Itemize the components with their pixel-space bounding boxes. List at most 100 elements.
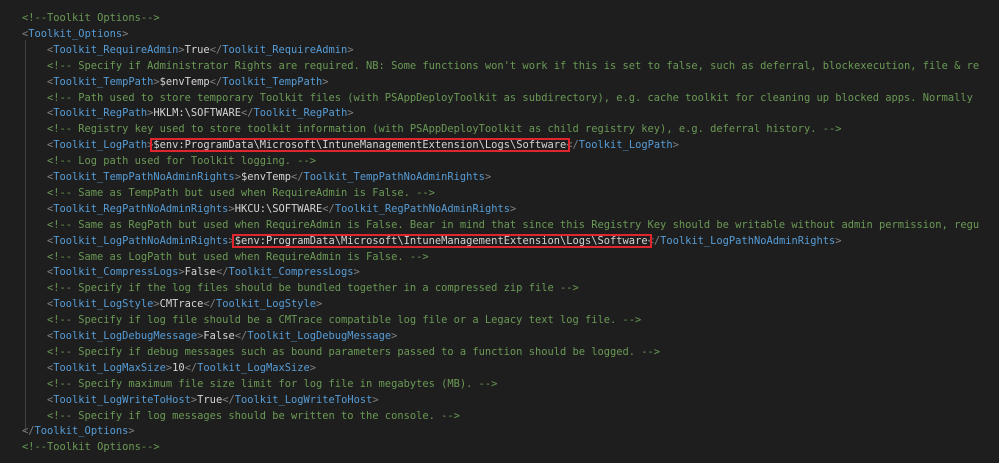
code-line-entry: <Toolkit_CompressLogs>False</Toolkit_Com… <box>47 264 360 280</box>
tag-bracket: </ <box>322 202 335 215</box>
tag-bracket: </ <box>222 393 235 406</box>
tag-bracket: > <box>316 298 323 311</box>
code-line-comment: <!-- Specify if debug messages such as b… <box>47 344 660 360</box>
vertical-scrollbar[interactable] <box>991 0 999 463</box>
tag-name: Toolkit_LogPath <box>578 139 673 152</box>
code-line-entry: <Toolkit_RequireAdmin>True</Toolkit_Requ… <box>47 42 354 58</box>
tag-bracket: </ <box>209 75 223 88</box>
tag-value: CMTrace <box>159 298 204 311</box>
tag-bracket: </ <box>209 43 223 56</box>
tag-name: Toolkit_RequireAdmin <box>222 43 348 56</box>
code-line-comment: <!-- Same as TempPath but used when Requ… <box>47 185 435 201</box>
tag-bracket: > <box>484 171 492 183</box>
tag-name: Toolkit_Options <box>34 425 129 438</box>
comment-text: <!-- Specify if log file should be a CMT… <box>47 314 642 327</box>
tag-name: Toolkit_RegPath <box>253 107 348 120</box>
tag-name: Toolkit_LogDebugMessage <box>53 330 198 342</box>
comment-text: <!-- Log path used for Toolkit logging. … <box>47 155 316 168</box>
code-line-entry: <Toolkit_LogStyle>CMTrace</Toolkit_LogSt… <box>47 296 322 312</box>
tag-value: 10 <box>172 361 185 374</box>
code-line-entry: <Toolkit_LogMaxSize>10</Toolkit_LogMaxSi… <box>47 360 316 376</box>
tag-name: Toolkit_TempPathNoAdminRights <box>53 171 235 183</box>
tag-bracket: > <box>122 27 129 40</box>
tag-name: Toolkit_LogMaxSize <box>197 361 310 374</box>
tag-name: Toolkit_LogWriteToHost <box>234 393 373 406</box>
comment-text: <!--Toolkit Options--> <box>22 441 160 454</box>
tag-name: Toolkit_RegPathNoAdminRights <box>53 202 229 215</box>
tag-bracket: > <box>391 330 398 342</box>
code-line-comment: <!-- Specify if log messages should be w… <box>47 408 460 424</box>
comment-text: <!-- Specify maximum file size limit for… <box>47 377 498 390</box>
code-line-root-close: </Toolkit_Options> <box>22 423 135 439</box>
tag-name: Toolkit_TempPathNoAdminRights <box>303 171 485 183</box>
code-line-comment: <!-- Specify if Administrator Rights are… <box>47 58 979 74</box>
tag-bracket: > <box>322 75 329 88</box>
tag-name: Toolkit_LogWriteToHost <box>53 393 191 406</box>
tag-name: Toolkit_LogPathNoAdminRights <box>53 234 229 247</box>
tag-name: Toolkit_RegPathNoAdminRights <box>334 202 510 215</box>
tag-name: Toolkit_TempPath <box>222 75 323 88</box>
tag-name: Toolkit_RegPath <box>53 107 148 120</box>
tag-name: Toolkit_CompressLogs <box>228 266 354 279</box>
tag-value: $envTemp <box>159 75 210 88</box>
tag-name: Toolkit_LogDebugMessage <box>247 330 392 342</box>
tag-name: Toolkit_RequireAdmin <box>53 43 179 56</box>
code-line-entry: <Toolkit_LogPathNoAdminRights>$env:Progr… <box>47 233 842 249</box>
comment-text: <!-- Specify if log messages should be w… <box>47 409 460 422</box>
code-line-comment: <!-- Same as RegPath but used when Requi… <box>47 217 979 233</box>
tag-value: HKLM:\SOFTWARE <box>153 107 241 120</box>
indent-guide <box>25 40 26 432</box>
tag-name: Toolkit_LogStyle <box>215 298 317 311</box>
code-line-comment: <!-- Registry key used to store toolkit … <box>47 121 841 137</box>
code-line-entry: <Toolkit_LogWriteToHost>True</Toolkit_Lo… <box>47 392 379 408</box>
code-editor[interactable]: <!--Toolkit Options--> <Toolkit_Options> <… <box>0 0 999 463</box>
tag-value: HKCU:\SOFTWARE <box>234 202 323 215</box>
tag-name: Toolkit_LogMaxSize <box>53 361 166 374</box>
comment-text: <!-- Specify if Administrator Rights are… <box>47 59 980 72</box>
tag-value: True <box>197 393 223 406</box>
tag-bracket: > <box>509 202 517 215</box>
code-line-entry: <Toolkit_RegPathNoAdminRights>HKCU:\SOFT… <box>47 201 516 217</box>
tag-value: $envTemp <box>240 171 291 183</box>
comment-text: <!-- Specify if debug messages such as b… <box>47 345 661 358</box>
tag-value: $env:ProgramData\Microsoft\IntuneManagem… <box>153 139 567 152</box>
tag-name: Toolkit_LogPathNoAdminRights <box>660 234 836 247</box>
tag-bracket: > <box>309 361 317 374</box>
tag-bracket: > <box>672 139 679 152</box>
tag-bracket: </ <box>647 234 661 247</box>
tag-bracket: </ <box>203 298 216 311</box>
comment-text: <!-- Specify if the log files should be … <box>47 282 579 295</box>
comment-text: <!-- Registry key used to store toolkit … <box>47 123 842 136</box>
code-line-comment: <!--Toolkit Options--> <box>22 439 160 455</box>
tag-bracket: > <box>353 266 360 279</box>
code-line-entry: <Toolkit_LogDebugMessage>False</Toolkit_… <box>47 328 397 344</box>
comment-text: <!-- Same as LogPath but used when Requi… <box>47 250 429 263</box>
code-line-comment: <!--Toolkit Options--> <box>22 10 160 26</box>
tag-bracket: </ <box>234 330 248 342</box>
comment-text: <!-- Same as RegPath but used when Requi… <box>47 218 980 231</box>
code-line-comment: <!-- Specify if log file should be a CMT… <box>47 312 641 328</box>
tag-value: $env:ProgramData\Microsoft\IntuneManagem… <box>234 234 648 247</box>
tag-name: Toolkit_TempPath <box>53 75 154 88</box>
code-line-entry: <Toolkit_TempPath>$envTemp</Toolkit_Temp… <box>47 74 329 90</box>
tag-bracket: > <box>128 425 135 438</box>
tag-bracket: </ <box>184 361 198 374</box>
comment-text: <!--Toolkit Options--> <box>22 12 160 24</box>
tag-bracket: </ <box>566 139 579 152</box>
code-line-comment: <!-- Log path used for Toolkit logging. … <box>47 153 316 169</box>
code-line-comment: <!-- Same as LogPath but used when Requi… <box>47 249 429 265</box>
tag-bracket: > <box>347 107 354 120</box>
tag-name: Toolkit_LogStyle <box>53 298 154 311</box>
code-line-entry: <Toolkit_LogPath>$env:ProgramData\Micros… <box>47 137 679 153</box>
tag-name: Toolkit_Options <box>28 27 123 40</box>
tag-bracket: </ <box>215 266 229 279</box>
comment-text: <!-- Same as TempPath but used when Requ… <box>47 186 435 199</box>
code-line-entry: <Toolkit_RegPath>HKLM:\SOFTWARE</Toolkit… <box>47 105 354 121</box>
comment-text: <!-- Path used to store temporary Toolki… <box>47 91 973 104</box>
tag-bracket: </ <box>22 425 35 438</box>
code-line-comment: <!-- Specify maximum file size limit for… <box>47 376 497 392</box>
tag-bracket: > <box>835 234 842 247</box>
code-line-comment: <!-- Specify if the log files should be … <box>47 280 579 296</box>
tag-name: Toolkit_CompressLogs <box>53 266 179 279</box>
tag-bracket: </ <box>240 107 254 120</box>
